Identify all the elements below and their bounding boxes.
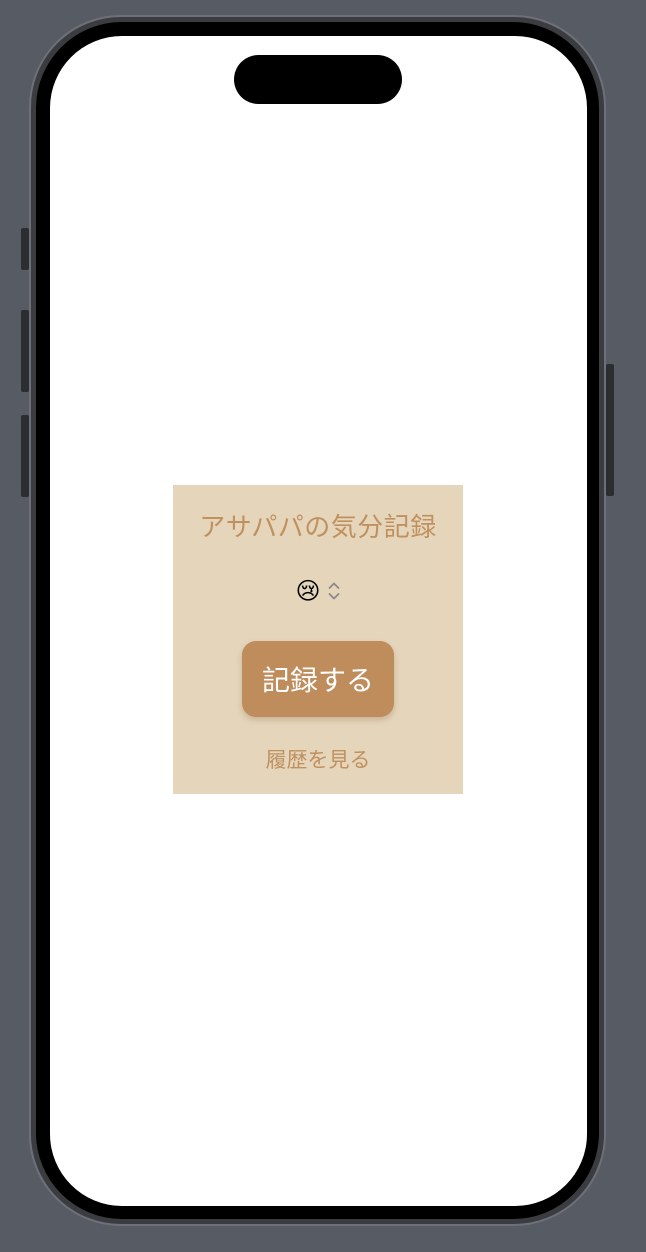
dynamic-island [234, 55, 402, 104]
volume-down-button [21, 415, 29, 497]
action-button [21, 228, 29, 270]
mood-record-card: アサパパの気分記録 😢 記録する 履歴を見る [173, 485, 463, 794]
chevron-up-down-icon [327, 580, 341, 602]
history-link[interactable]: 履歴を見る [173, 744, 463, 774]
volume-up-button [21, 310, 29, 392]
mood-picker[interactable]: 😢 [173, 575, 463, 607]
record-button[interactable]: 記録する [242, 641, 394, 717]
simulator-stage: アサパパの気分記録 😢 記録する 履歴を見る [0, 0, 646, 1252]
power-button [606, 364, 614, 496]
page-title: アサパパの気分記録 [199, 513, 437, 543]
mood-emoji: 😢 [295, 577, 321, 605]
